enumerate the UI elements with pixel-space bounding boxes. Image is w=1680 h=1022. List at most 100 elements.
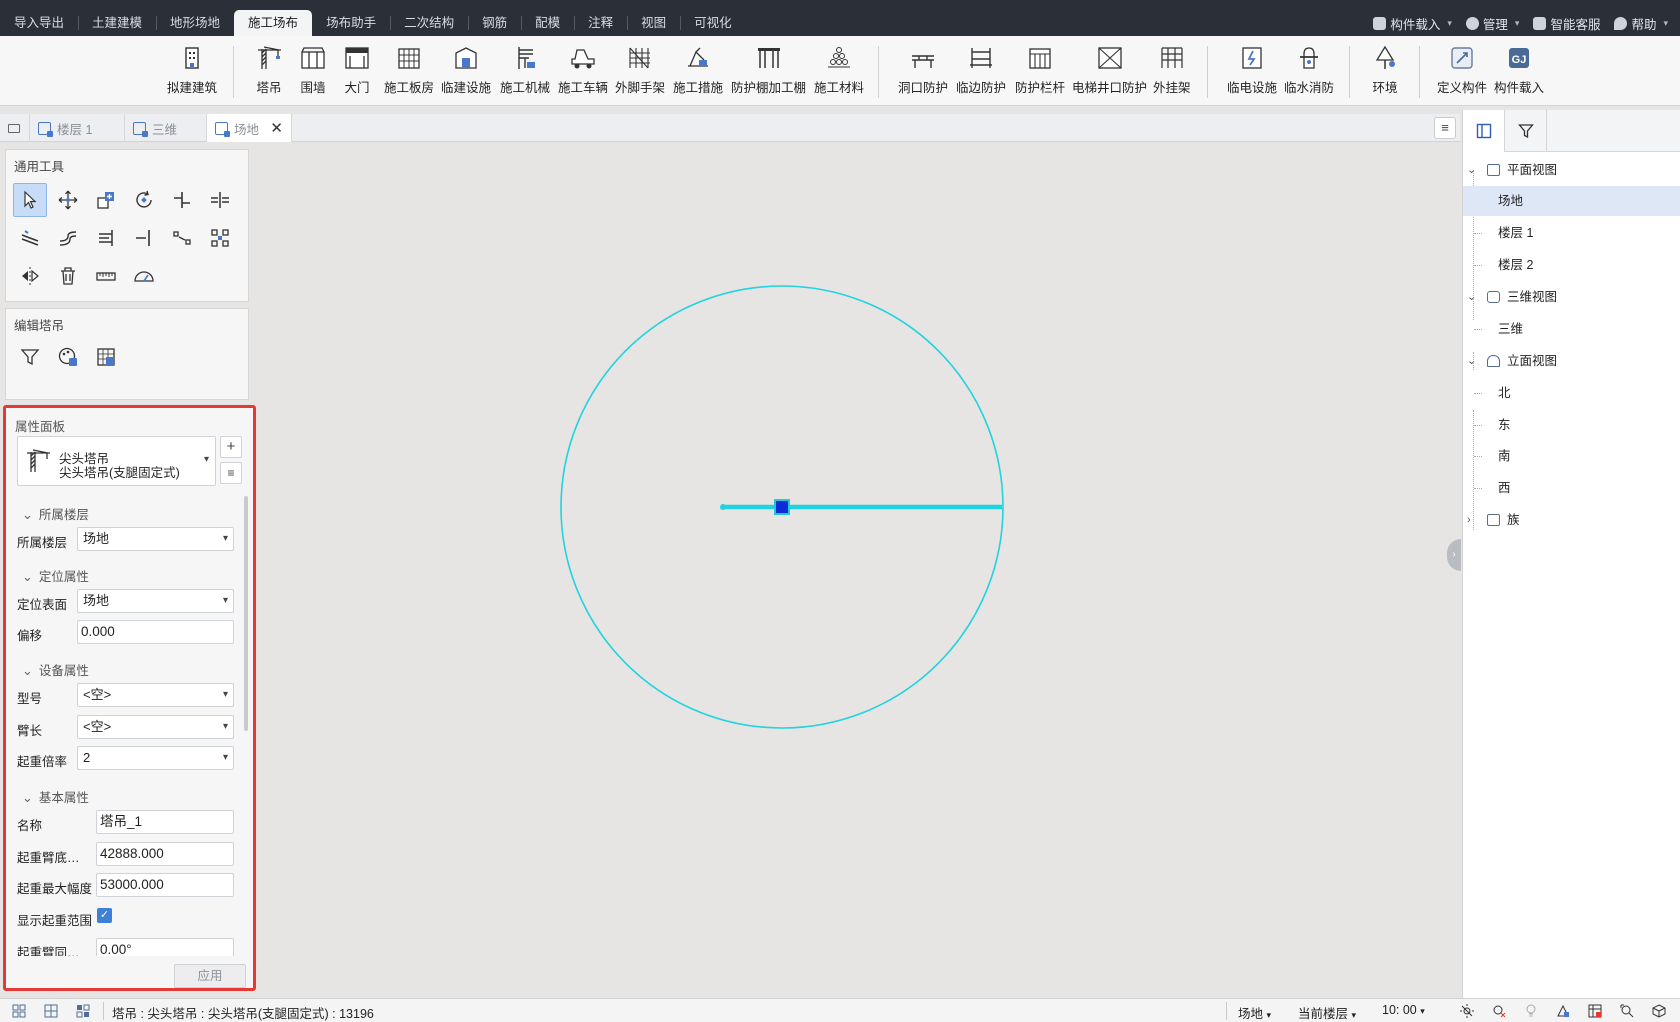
tree-node-floor-2[interactable]: 楼层 2 <box>1463 250 1680 280</box>
menu-tab-rebar[interactable]: 钢筋 <box>468 10 523 36</box>
section-floor[interactable]: 所属楼层 <box>22 504 89 523</box>
menu-tab-import-export[interactable]: 导入导出 <box>0 10 80 36</box>
name-input[interactable]: 塔吊_1 <box>96 810 234 834</box>
trim-tool[interactable] <box>127 221 161 255</box>
wall-button[interactable]: 围墙 <box>299 44 327 100</box>
tree-node-floor-1[interactable]: 楼层 1 <box>1463 218 1680 248</box>
render-icon[interactable] <box>1556 1004 1570 1018</box>
offset-tool[interactable] <box>13 221 47 255</box>
surface-select[interactable]: 场地 ▾ <box>77 589 234 613</box>
crane-range-tool[interactable] <box>89 340 123 374</box>
model-select[interactable]: <空> ▾ <box>77 683 234 707</box>
section-box-icon[interactable] <box>1588 1004 1602 1018</box>
crane-color-tool[interactable] <box>51 340 85 374</box>
shed-button[interactable]: 防护棚加工棚 <box>731 44 806 100</box>
tab-floor-1[interactable]: 楼层 1 <box>30 114 125 142</box>
offset-input[interactable]: 0.000 <box>77 620 234 644</box>
site-house-button[interactable]: 施工板房 <box>384 44 434 100</box>
shadow-icon[interactable] <box>1492 1004 1506 1018</box>
tree-node-plan-views[interactable]: ⌄ 平面视图 <box>1463 155 1680 185</box>
manage-menu[interactable]: 管理 ▾ <box>1465 14 1519 33</box>
gate-button[interactable]: 大门 <box>343 44 371 100</box>
rotate-tool[interactable] <box>127 183 161 217</box>
menu-tab-formwork[interactable]: 配模 <box>521 10 576 36</box>
tile-icon[interactable] <box>76 1004 90 1018</box>
delete-tool[interactable] <box>51 259 85 293</box>
environment-button[interactable]: 环境 <box>1371 44 1399 100</box>
tab-3d[interactable]: 三维 <box>125 114 207 142</box>
menu-tab-civil-modeling[interactable]: 土建建模 <box>78 10 158 36</box>
water-fire-button[interactable]: 临水消防 <box>1284 44 1334 100</box>
layout-icon[interactable] <box>44 1004 58 1018</box>
max-range-input[interactable]: 53000.000 <box>96 873 234 897</box>
machinery-button[interactable]: 施工机械 <box>500 44 550 100</box>
jib-bottom-input[interactable]: 42888.000 <box>96 842 234 866</box>
property-scrollbar[interactable] <box>244 496 248 731</box>
tab-menu-button[interactable]: ≡ <box>1434 117 1456 139</box>
tree-node-3d-views[interactable]: ⌄ 三维视图 <box>1463 282 1680 312</box>
drawing-canvas[interactable] <box>250 143 1460 998</box>
copy-tool[interactable] <box>89 183 123 217</box>
tab-list-button[interactable] <box>0 114 30 142</box>
break-tool[interactable] <box>165 221 199 255</box>
menu-tab-view[interactable]: 视图 <box>627 10 682 36</box>
tree-node-family[interactable]: › 族 <box>1463 505 1680 535</box>
tree-node-south[interactable]: 南 <box>1463 441 1680 471</box>
type-settings-button[interactable]: ≡ <box>220 462 242 484</box>
move-tool[interactable] <box>51 183 85 217</box>
railing-button[interactable]: 防护栏杆 <box>1015 44 1065 100</box>
vehicle-button[interactable]: 施工车辆 <box>558 44 608 100</box>
add-type-button[interactable]: + <box>220 436 242 458</box>
menu-tab-secondary-structure[interactable]: 二次结构 <box>390 10 470 36</box>
ratio-select[interactable]: 2 ▾ <box>77 746 234 770</box>
section-basic[interactable]: 基本属性 <box>22 787 89 806</box>
filter-tool[interactable] <box>13 340 47 374</box>
view-dropdown[interactable]: 场地 ▾ <box>1238 1003 1271 1022</box>
array-tool[interactable] <box>203 221 237 255</box>
close-icon[interactable]: ✕ <box>270 119 283 137</box>
support-button[interactable]: 智能客服 <box>1533 14 1600 33</box>
tree-node-west[interactable]: 西 <box>1463 473 1680 503</box>
menu-tab-site-layout[interactable]: 施工场布 <box>234 10 313 36</box>
scale-dropdown[interactable]: 10: 00 ▾ <box>1382 1003 1425 1017</box>
extend-tool[interactable] <box>89 221 123 255</box>
hanging-button[interactable]: 外挂架 <box>1153 44 1191 100</box>
menu-tab-visualization[interactable]: 可视化 <box>680 10 746 36</box>
materials-button[interactable]: 施工材料 <box>814 44 864 100</box>
elevator-button[interactable]: 电梯井口防护 <box>1072 44 1147 100</box>
browser-view-tab[interactable] <box>1463 110 1505 152</box>
browser-filter-tab[interactable] <box>1505 110 1547 152</box>
floor-select[interactable]: 场地 ▾ <box>77 527 234 551</box>
component-load-menu[interactable]: 构件载入 ▾ <box>1373 14 1452 33</box>
align-tool[interactable] <box>165 183 199 217</box>
apply-button[interactable]: 应用 <box>174 964 246 988</box>
show-range-checkbox[interactable]: ✓ <box>97 908 112 923</box>
stretch-tool[interactable] <box>51 221 85 255</box>
bulb-icon[interactable] <box>1524 1004 1538 1018</box>
opening-button[interactable]: 洞口防护 <box>898 44 948 100</box>
electric-button[interactable]: 临电设施 <box>1227 44 1277 100</box>
tree-node-north[interactable]: 北 <box>1463 378 1680 408</box>
measures-button[interactable]: 施工措施 <box>673 44 723 100</box>
angle-measure-tool[interactable] <box>127 259 161 293</box>
tree-node-elevations[interactable]: ⌄ 立面视图 <box>1463 346 1680 376</box>
tower-crane-button[interactable]: 塔吊 <box>255 44 283 100</box>
grid-icon[interactable] <box>12 1004 26 1018</box>
split-tool[interactable] <box>203 183 237 217</box>
measure-tool[interactable] <box>89 259 123 293</box>
temp-facility-button[interactable]: 临建设施 <box>441 44 491 100</box>
help-menu[interactable]: 帮助 ▾ <box>1614 14 1668 33</box>
type-selector[interactable]: 尖头塔吊 尖头塔吊(支腿固定式) ▾ <box>17 436 216 486</box>
menu-tab-terrain[interactable]: 地形场地 <box>156 10 234 36</box>
tree-node-3d[interactable]: 三维 <box>1463 314 1680 344</box>
crane-center-grip[interactable] <box>774 499 790 515</box>
scaffold-button[interactable]: 外脚手架 <box>615 44 665 100</box>
tree-node-site[interactable]: 场地 <box>1463 186 1680 216</box>
section-device[interactable]: 设备属性 <box>22 660 89 679</box>
menu-tab-layout-assistant[interactable]: 场布助手 <box>312 10 392 36</box>
proposed-building-button[interactable]: 拟建建筑 <box>167 44 217 100</box>
3d-cube-icon[interactable] <box>1652 1004 1666 1018</box>
tree-node-east[interactable]: 东 <box>1463 410 1680 440</box>
arm-select[interactable]: <空> ▾ <box>77 715 234 739</box>
zoom-fit-icon[interactable] <box>1620 1004 1634 1018</box>
